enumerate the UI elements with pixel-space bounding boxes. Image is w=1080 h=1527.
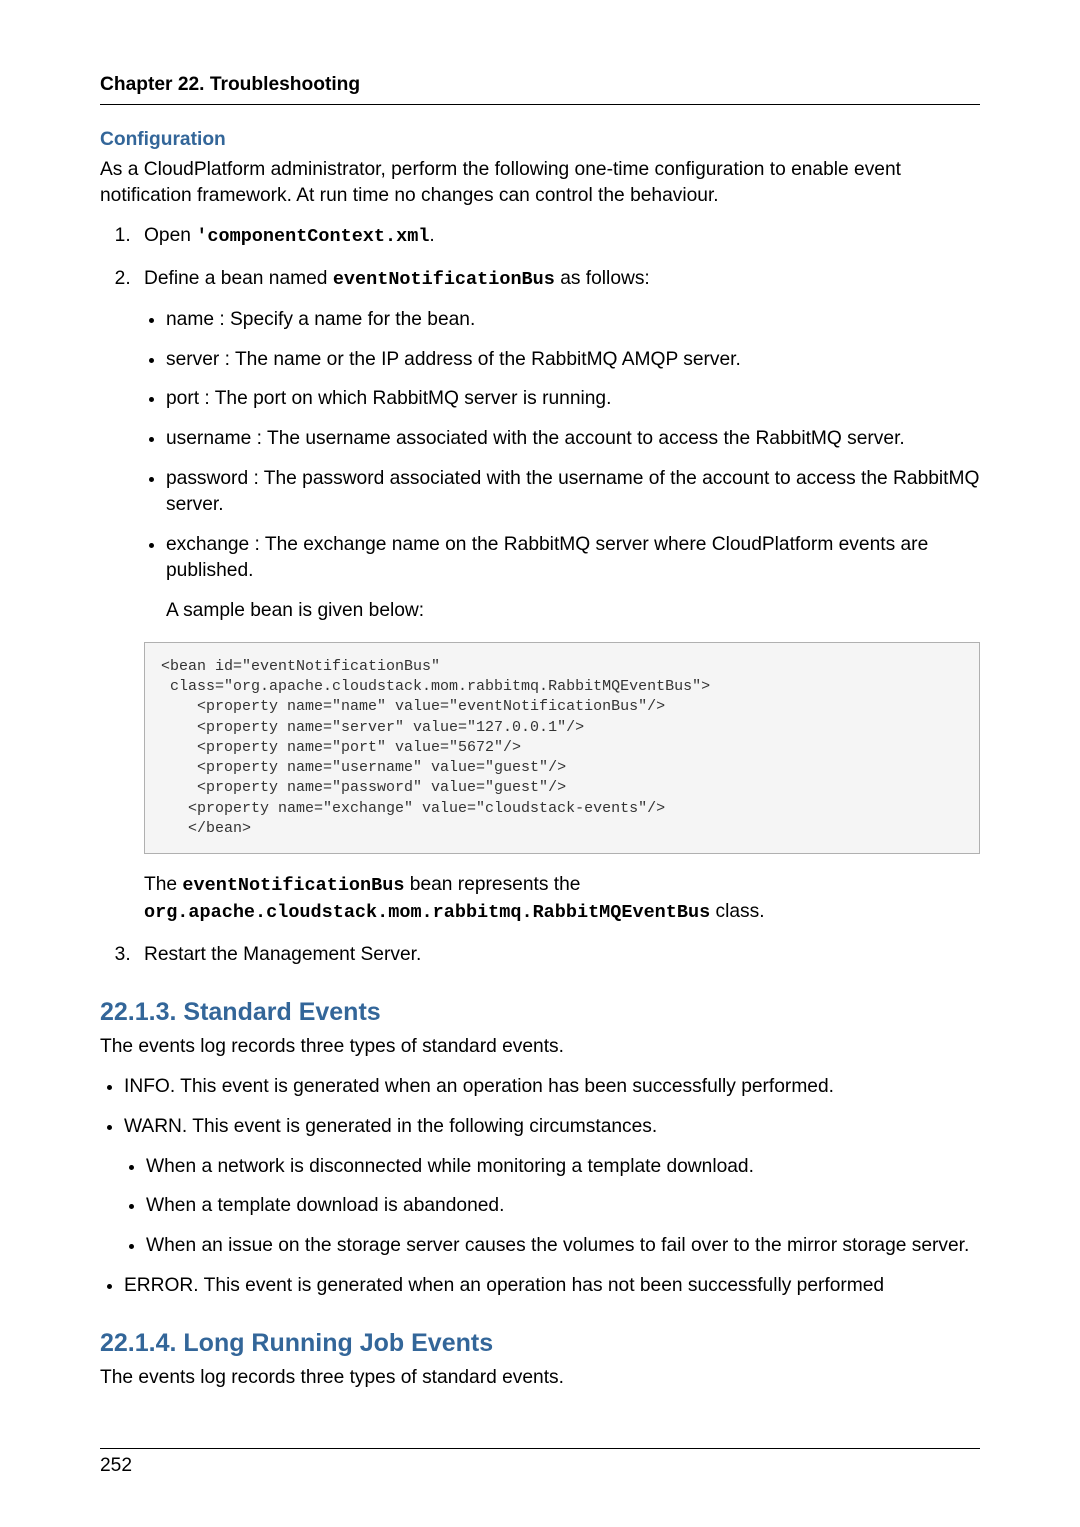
warn-item-1: When a network is disconnected while mon… [146, 1154, 980, 1180]
step2-line: Define a bean named eventNotificationBus… [144, 266, 980, 293]
after-code-prefix: The [144, 874, 182, 895]
page-container: Chapter 22. Troubleshooting Configuratio… [0, 0, 1080, 1527]
after-code-code1: eventNotificationBus [182, 875, 404, 896]
standard-events-intro: The events log records three types of st… [100, 1034, 980, 1060]
section-heading-standard-events: 22.1.3. Standard Events [100, 996, 980, 1030]
warn-sublist: When a network is disconnected while mon… [124, 1154, 980, 1260]
param-exchange-text: exchange : The exchange name on the Rabb… [166, 534, 928, 581]
param-name: name : Specify a name for the bean. [166, 307, 980, 333]
after-code-paragraph: The eventNotificationBus bean represents… [144, 872, 980, 926]
after-code-suffix: class. [710, 901, 764, 922]
config-step-2: Define a bean named eventNotificationBus… [136, 266, 980, 926]
config-step-3: Restart the Management Server. [136, 942, 980, 968]
param-server: server : The name or the IP address of t… [166, 347, 980, 373]
param-password: password : The password associated with … [166, 466, 980, 518]
after-code-mid: bean represents the [404, 874, 580, 895]
step2-code: eventNotificationBus [333, 269, 555, 290]
standard-info: INFO. This event is generated when an op… [124, 1074, 980, 1100]
config-step-1: Open 'componentContext.xml. [136, 223, 980, 250]
param-port: port : The port on which RabbitMQ server… [166, 386, 980, 412]
step2-suffix: as follows: [555, 268, 650, 289]
config-intro-paragraph: As a CloudPlatform administrator, perfor… [100, 157, 980, 209]
standard-events-list: INFO. This event is generated when an op… [100, 1074, 980, 1300]
warn-item-2: When a template download is abandoned. [146, 1193, 980, 1219]
step1-prefix: Open [144, 225, 196, 246]
long-running-intro: The events log records three types of st… [100, 1365, 980, 1391]
sample-intro: A sample bean is given below: [166, 598, 980, 624]
standard-warn: WARN. This event is generated in the fol… [124, 1114, 980, 1260]
page-number: 252 [100, 1455, 132, 1476]
config-steps-list: Open 'componentContext.xml. Define a bea… [100, 223, 980, 968]
step1-suffix: . [429, 225, 434, 246]
code-block-bean: <bean id="eventNotificationBus" class="o… [144, 642, 980, 854]
param-username: username : The username associated with … [166, 426, 980, 452]
step2-prefix: Define a bean named [144, 268, 333, 289]
section-heading-long-running: 22.1.4. Long Running Job Events [100, 1327, 980, 1361]
param-exchange: exchange : The exchange name on the Rabb… [166, 532, 980, 624]
page-footer: 252 [100, 1448, 980, 1479]
after-code-code2: org.apache.cloudstack.mom.rabbitmq.Rabbi… [144, 902, 710, 923]
warn-item-3: When an issue on the storage server caus… [146, 1233, 980, 1259]
standard-warn-text: WARN. This event is generated in the fol… [124, 1116, 657, 1137]
standard-error: ERROR. This event is generated when an o… [124, 1273, 980, 1299]
step2-params-list: name : Specify a name for the bean. serv… [144, 307, 980, 624]
running-header: Chapter 22. Troubleshooting [100, 72, 980, 105]
step1-code: 'componentContext.xml [196, 226, 429, 247]
section-title-configuration: Configuration [100, 127, 980, 153]
